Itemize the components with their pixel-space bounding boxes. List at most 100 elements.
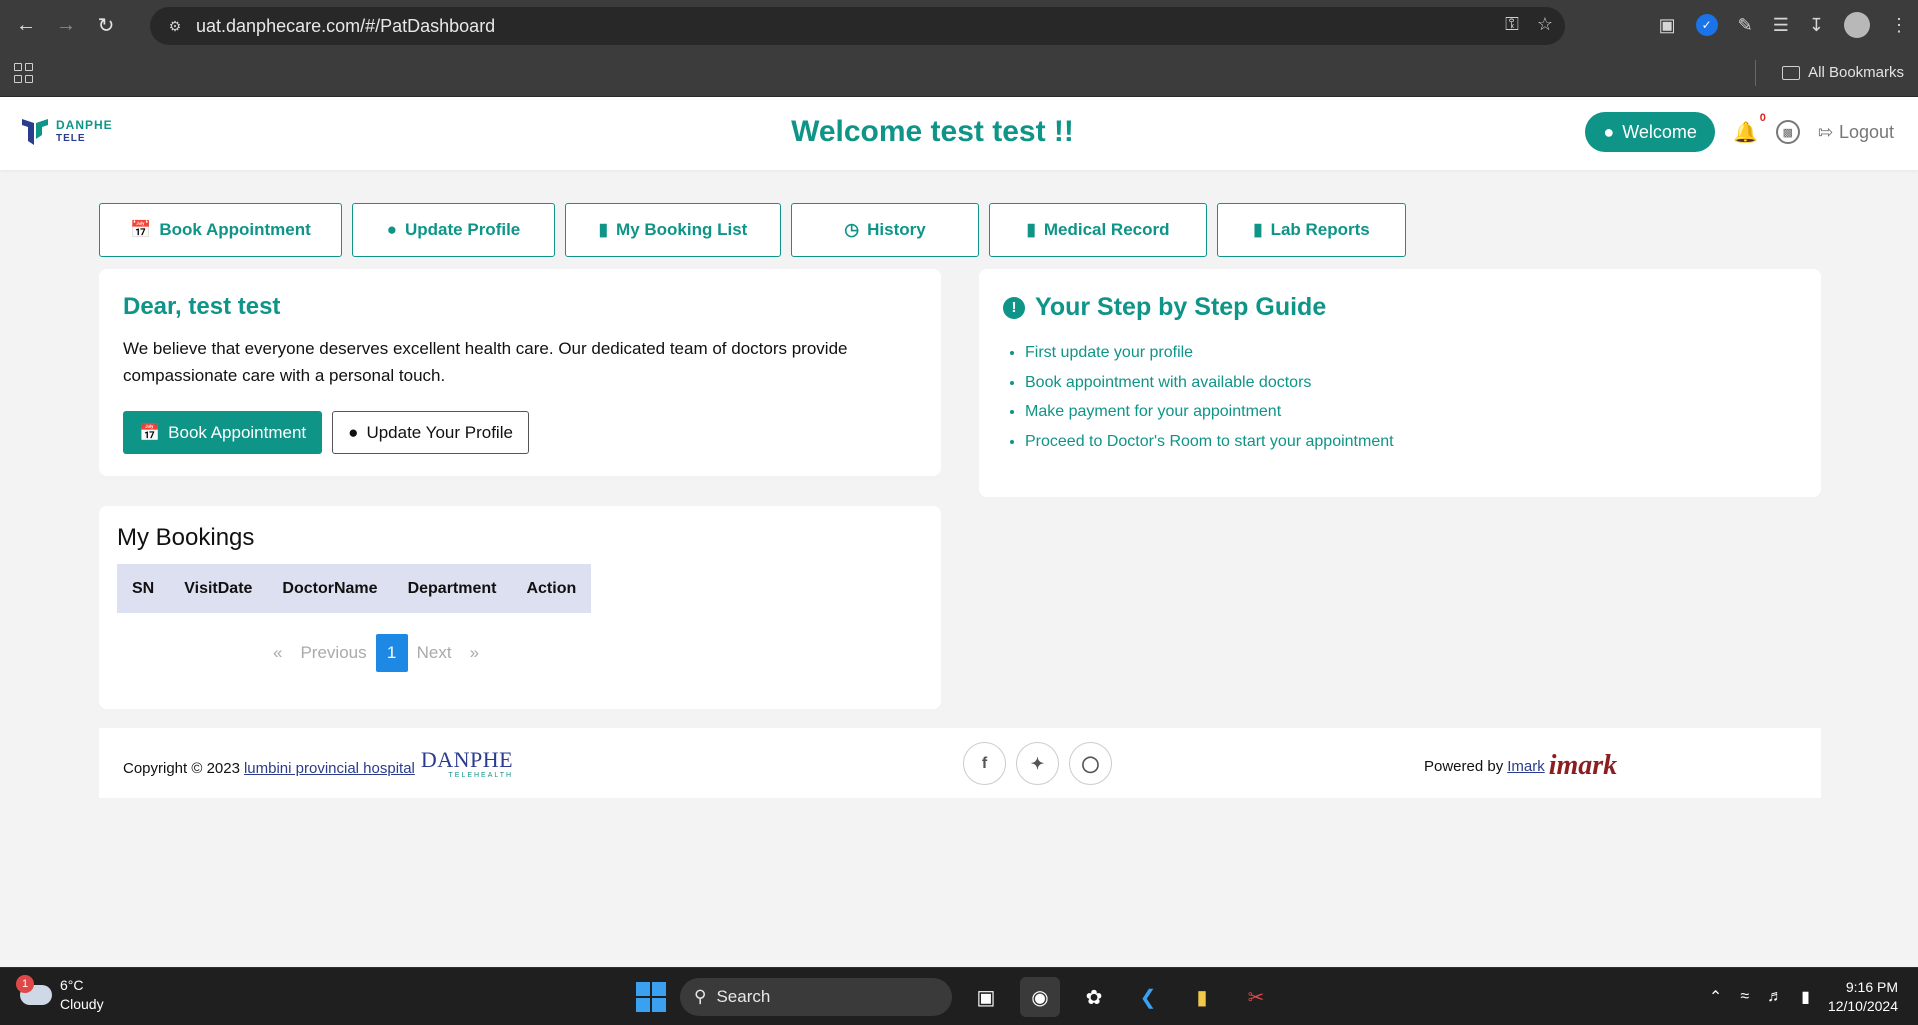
greeting-heading: Dear, test test [123, 293, 281, 320]
welcome-button[interactable]: ● Welcome [1585, 112, 1715, 152]
tab-label: Update Profile [405, 220, 521, 239]
column-header-action[interactable]: Action [511, 580, 591, 598]
download-icon[interactable]: ↧ [1809, 15, 1824, 36]
vscode-icon[interactable]: ❮ [1128, 977, 1168, 1017]
tab-label: My Booking List [616, 220, 748, 239]
browser-toolbar: ← → ↻ ⚙ uat.danphecare.com/#/PatDashboar… [0, 0, 1918, 50]
guide-step: Proceed to Doctor's Room to start your a… [1025, 427, 1797, 457]
update-profile-label: Update Your Profile [366, 422, 513, 442]
back-arrow-icon[interactable]: ← [12, 11, 40, 39]
notification-count: 0 [1759, 111, 1766, 124]
forward-arrow-icon[interactable]: → [52, 11, 80, 39]
tab-lab-reports[interactable]: ▮ Lab Reports [1217, 203, 1406, 257]
url-text[interactable]: uat.danphecare.com/#/PatDashboard [196, 16, 495, 37]
tab-label: Book Appointment [159, 220, 311, 239]
weather-temp: 6°C [60, 977, 84, 993]
file-explorer-icon[interactable]: ▮ [1182, 977, 1222, 1017]
all-bookmarks-button[interactable]: All Bookmarks [1782, 64, 1904, 81]
imark-link[interactable]: Imark [1507, 758, 1545, 775]
search-icon: ⚲ [694, 987, 707, 1006]
clock-time: 9:16 PM [1845, 979, 1898, 995]
snipping-tool-icon[interactable]: ✂ [1236, 977, 1276, 1017]
book-appointment-button[interactable]: 📅 Book Appointment [123, 411, 323, 454]
profile-avatar[interactable] [1844, 12, 1870, 38]
pager-last[interactable]: » [461, 634, 488, 672]
copilot-icon[interactable]: ✿ [1074, 977, 1114, 1017]
book-icon: ▮ [598, 220, 609, 239]
key-icon[interactable]: ⚿ [1505, 14, 1519, 35]
guide-heading: ! Your Step by Step Guide [1003, 293, 1797, 322]
weather-badge: 1 [16, 975, 34, 993]
user-icon: ● [386, 220, 398, 239]
bookmarks-separator [1755, 60, 1756, 86]
taskbar-search-label: Search [716, 987, 771, 1006]
apps-grid-icon[interactable] [14, 63, 34, 83]
guide-step: Book appointment with available doctors [1025, 368, 1797, 398]
volume-icon[interactable]: ♬ [1767, 988, 1783, 1006]
facebook-icon[interactable]: f [963, 742, 1006, 785]
wifi-icon[interactable]: ≈ [1740, 988, 1749, 1006]
tab-label: History [867, 220, 926, 239]
update-profile-button[interactable]: ● Update Your Profile [332, 411, 529, 454]
pager-first[interactable]: « [264, 634, 291, 672]
column-header-department[interactable]: Department [393, 580, 512, 598]
instagram-icon[interactable]: ◯ [1069, 742, 1112, 785]
site-info-icon[interactable]: ⚙ [164, 15, 186, 37]
column-header-sn[interactable]: SN [117, 580, 169, 598]
pager-previous[interactable]: Previous [291, 634, 375, 672]
notification-bell-icon[interactable]: 🔔 0 [1733, 112, 1766, 145]
chevron-up-icon[interactable]: ⌃ [1709, 987, 1722, 1007]
danphe-logo-text: DANPHE [420, 747, 514, 772]
guide-step: Make payment for your appointment [1025, 397, 1797, 427]
windows-taskbar: 1 6°C Cloudy ⚲ Search ▣ ◉ ✿ ❮ ▮ ✂ ⌃ ≈ ♬ … [0, 967, 1918, 1025]
extension-check-icon[interactable]: ✓ [1695, 14, 1718, 36]
address-bar[interactable]: ⚙ uat.danphecare.com/#/PatDashboard ⚿ ☆ [150, 7, 1565, 45]
pager-next[interactable]: Next [408, 634, 461, 672]
reload-icon[interactable]: ↻ [92, 11, 120, 39]
welcome-card: Dear, test test We believe that everyone… [99, 269, 941, 476]
picture-in-picture-icon[interactable]: ▣ [1659, 15, 1676, 36]
guide-step: First update your profile [1025, 338, 1797, 368]
weather-desc: Cloudy [60, 996, 104, 1012]
windows-start-icon[interactable] [636, 982, 666, 1012]
welcome-label: Welcome [1622, 121, 1697, 142]
lock-icon[interactable]: ▩ [1775, 120, 1800, 144]
sign-out-icon: ⇰ [1817, 121, 1833, 142]
chrome-icon[interactable]: ◉ [1020, 977, 1060, 1017]
weather-widget[interactable]: 1 6°C Cloudy [16, 975, 104, 1014]
tab-medical-record[interactable]: ▮ Medical Record [989, 203, 1207, 257]
book-icon: ▮ [1026, 220, 1036, 239]
folder-icon [1782, 65, 1801, 80]
task-view-icon[interactable]: ▣ [966, 977, 1006, 1017]
cloud-icon: 1 [16, 975, 52, 1005]
taskbar-search[interactable]: ⚲ Search [680, 978, 952, 1016]
battery-icon[interactable]: ▮ [1801, 987, 1810, 1007]
twitter-icon[interactable]: ✦ [1016, 742, 1059, 785]
calendar-icon: 📅 [139, 422, 161, 442]
tab-history[interactable]: ◷ History [791, 203, 979, 257]
pager-current-page[interactable]: 1 [375, 634, 408, 672]
column-header-doctor-name[interactable]: DoctorName [267, 580, 392, 598]
clock-date: 12/10/2024 [1827, 998, 1898, 1014]
menu-icon[interactable]: ⋮ [1890, 15, 1908, 36]
tab-update-profile[interactable]: ● Update Profile [352, 203, 555, 257]
app-header: DANPHE TELE Welcome test test !! ● Welco… [0, 97, 1918, 170]
bookings-heading: My Bookings [117, 524, 255, 551]
media-icon[interactable]: ☰ [1773, 15, 1789, 36]
exclamation-circle-icon: ! [1003, 296, 1025, 319]
star-icon[interactable]: ☆ [1537, 14, 1553, 35]
logout-label: Logout [1838, 121, 1894, 142]
column-header-visit-date[interactable]: VisitDate [169, 580, 267, 598]
extensions-icon[interactable]: ✎ [1738, 15, 1753, 36]
telehealth-logo-text: TELEHEALTH [448, 772, 514, 779]
hospital-link[interactable]: lumbini provincial hospital [244, 760, 415, 777]
book-appointment-label: Book Appointment [168, 422, 307, 442]
tab-book-appointment[interactable]: 📅 Book Appointment [99, 203, 342, 257]
system-clock[interactable]: 9:16 PM 12/10/2024 [1828, 978, 1898, 1016]
tab-my-booking-list[interactable]: ▮ My Booking List [565, 203, 781, 257]
danphe-telehealth-logo: DANPHE TELEHEALTH [420, 747, 514, 784]
logout-button[interactable]: ⇰ Logout [1818, 122, 1894, 143]
book-icon: ▮ [1253, 220, 1263, 239]
dashboard-tabs: 📅 Book Appointment ● Update Profile ▮ My… [99, 203, 1406, 257]
tab-label: Lab Reports [1270, 220, 1370, 239]
